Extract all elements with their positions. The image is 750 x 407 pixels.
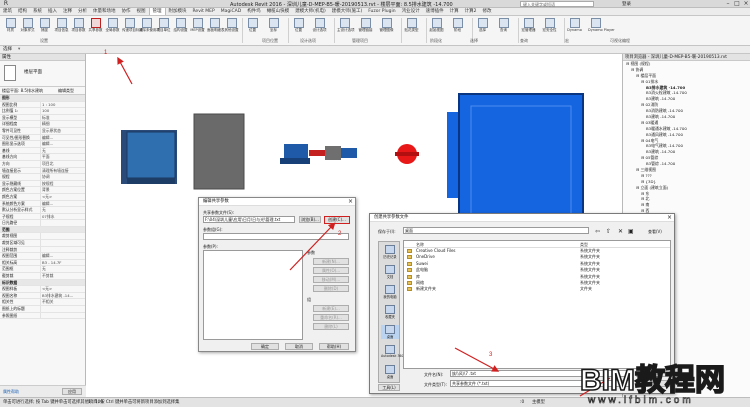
annotation-overlay: 1 2 3 [104, 50, 611, 397]
annotation-number-2: 2 [338, 231, 342, 237]
bim-watermark-logo: BIM教程网 www.lfbim.com [578, 360, 748, 406]
annotation-arrow-2 [289, 222, 336, 271]
revit-window: { "window": {"title": "Autodesk Revit 20… [0, 0, 750, 407]
annotation-number-3: 3 [489, 352, 493, 358]
annotation-arrow-1 [117, 56, 133, 85]
watermark-url: www.lfbim.com [587, 395, 694, 406]
watermark-text: BIM教程网 [580, 364, 725, 397]
annotation-number-1: 1 [104, 50, 108, 56]
